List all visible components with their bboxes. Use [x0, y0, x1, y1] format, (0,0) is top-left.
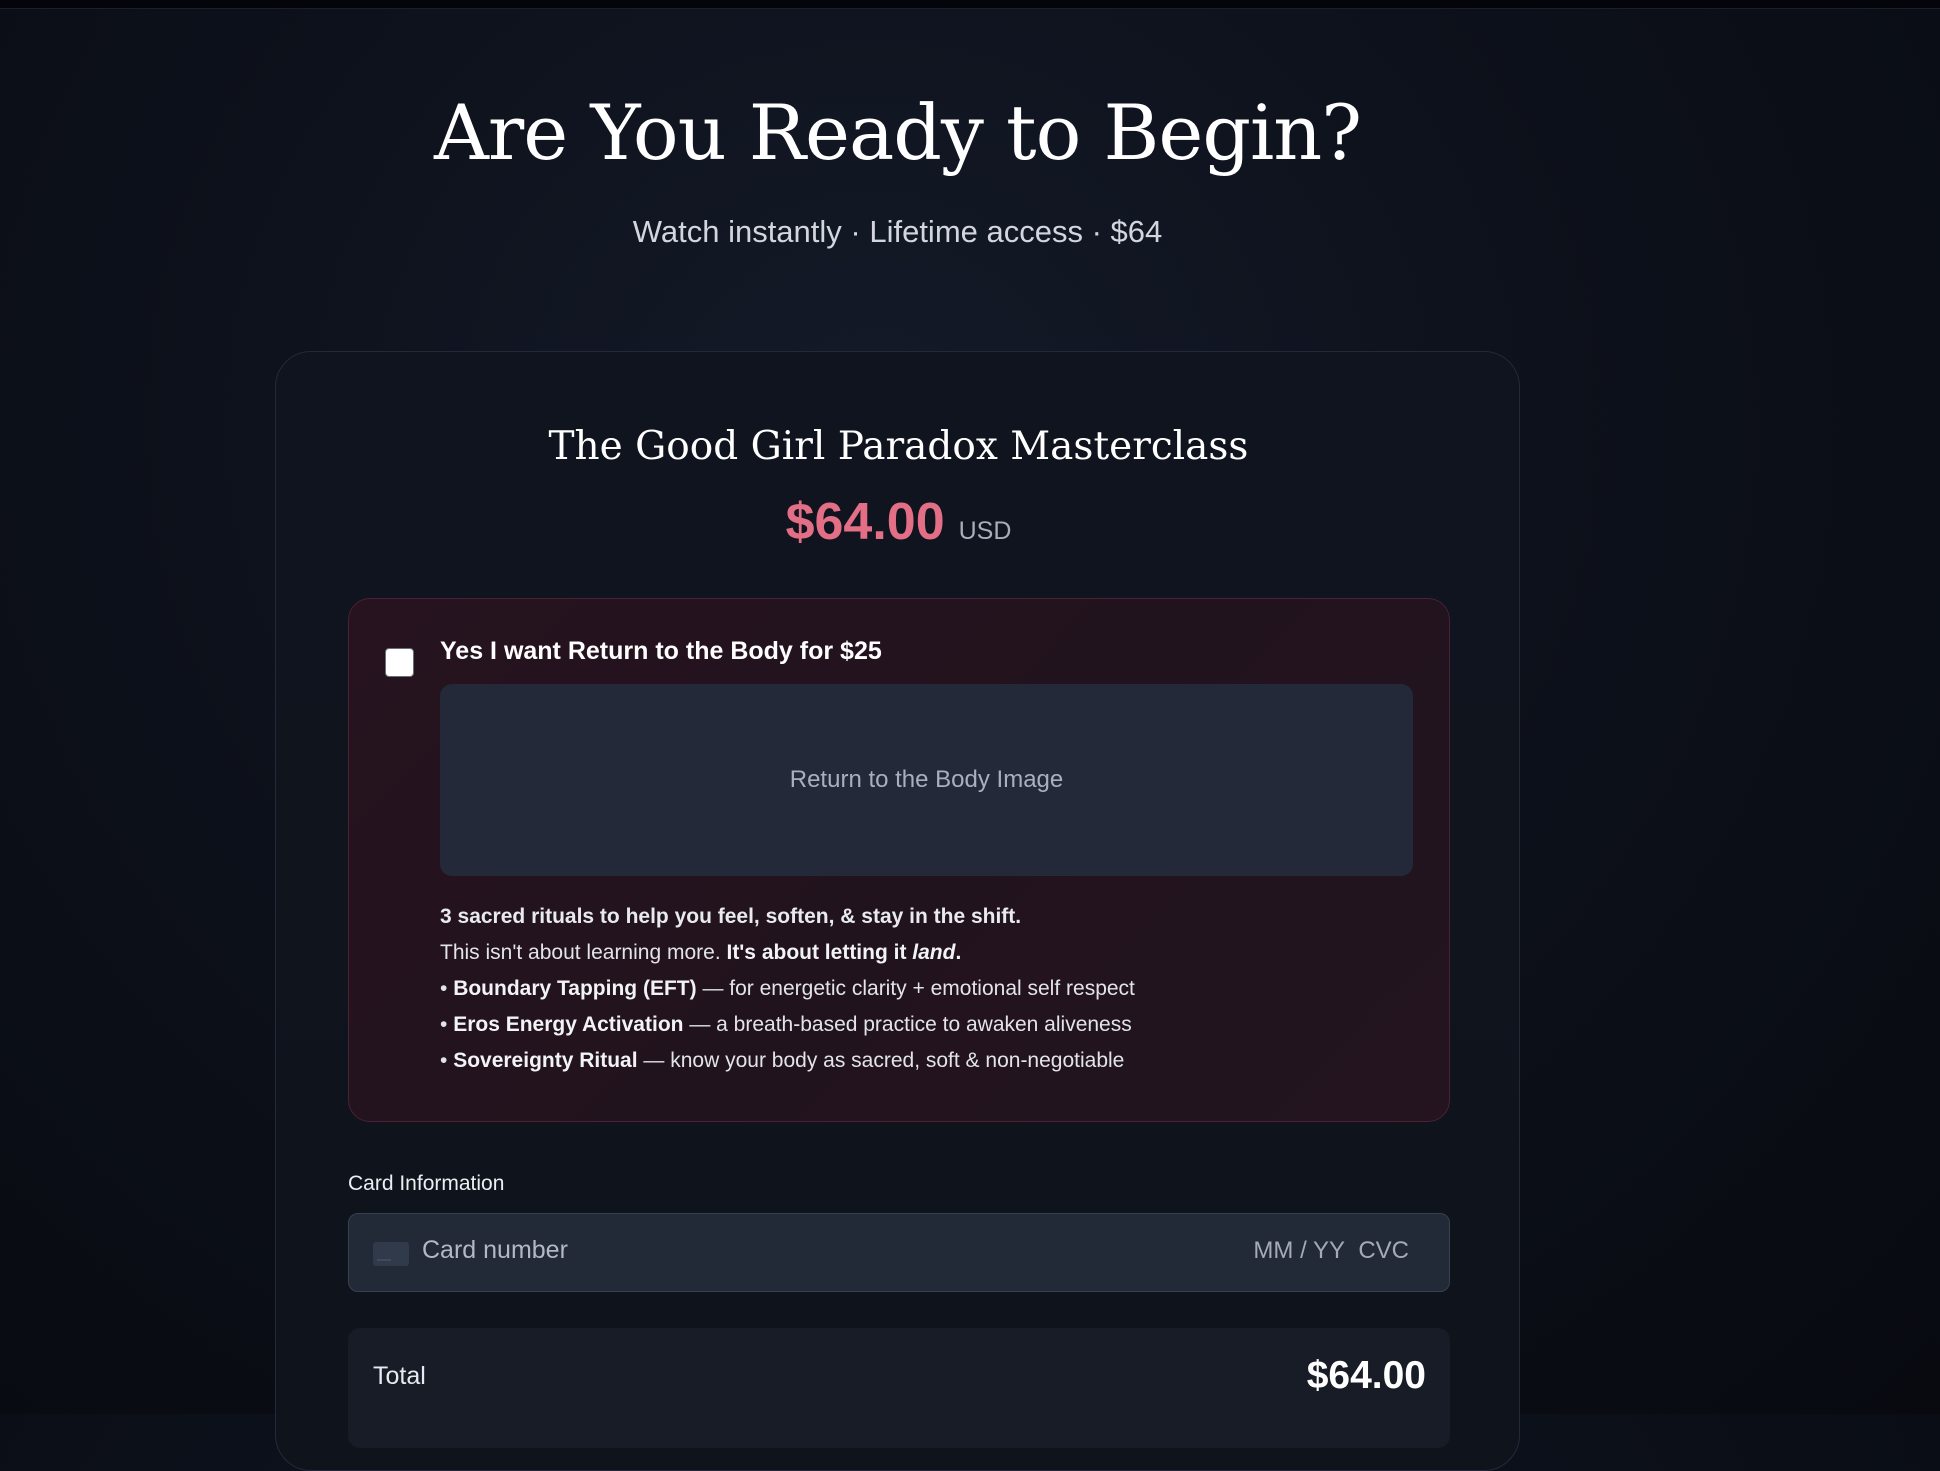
- bullet-name: Eros Energy Activation: [453, 1013, 684, 1036]
- upsell-checkbox[interactable]: [385, 648, 414, 677]
- upsell-image-placeholder: Return to the Body Image: [440, 684, 1413, 876]
- card-information-label: Card Information: [348, 1172, 505, 1195]
- price-currency: USD: [958, 517, 1012, 545]
- upsell-offer: Yes I want Return to the Body for $25 Re…: [348, 598, 1450, 1122]
- product-title: The Good Girl Paradox Masterclass: [548, 424, 1249, 469]
- bullet-desc: — a breath-based practice to awaken aliv…: [683, 1013, 1132, 1036]
- upsell-bullet: • Sovereignty Ritual — know your body as…: [440, 1049, 1125, 1072]
- card-cvc-input[interactable]: CVC: [1358, 1237, 1409, 1265]
- bullet-desc: — know your body as sacred, soft & non-n…: [637, 1049, 1125, 1072]
- bullet-name: Boundary Tapping (EFT): [453, 977, 697, 1000]
- upsell-intro-bold-text: It's about letting it: [726, 941, 913, 964]
- credit-card-icon: [373, 1242, 409, 1266]
- checkout-card: The Good Girl Paradox Masterclass $64.00…: [275, 351, 1520, 1471]
- page-subtitle: Watch instantly · Lifetime access · $64: [632, 214, 1163, 249]
- total-value: $64.00: [1306, 1354, 1426, 1397]
- card-input-field[interactable]: Card number MM / YY CVC: [348, 1213, 1450, 1292]
- upsell-bullet: • Eros Energy Activation — a breath-base…: [440, 1013, 1132, 1036]
- order-total: Total $64.00: [348, 1328, 1450, 1448]
- total-label: Total: [373, 1362, 426, 1390]
- upsell-description: 3 sacred rituals to help you feel, softe…: [440, 899, 1420, 1079]
- card-expiry-input[interactable]: MM / YY: [1253, 1237, 1345, 1265]
- product-price: $64.00: [785, 493, 945, 551]
- upsell-image-text: Return to the Body Image: [789, 766, 1064, 793]
- upsell-intro-bold: It's about letting it land.: [726, 941, 961, 964]
- upsell-intro-plain: This isn't about learning more.: [440, 941, 727, 964]
- upsell-intro-end: .: [955, 941, 962, 964]
- bullet-desc: — for energetic clarity + emotional self…: [696, 977, 1135, 1000]
- upsell-intro: This isn't about learning more. It's abo…: [440, 935, 1420, 971]
- upsell-headline: 3 sacred rituals to help you feel, softe…: [440, 905, 1022, 928]
- upsell-intro-italic: land: [912, 941, 956, 964]
- upsell-bullet: • Boundary Tapping (EFT) — for energetic…: [440, 977, 1135, 1000]
- price-row: $64.00 USD: [276, 492, 1521, 552]
- page-title: Are You Ready to Begin?: [434, 88, 1362, 177]
- top-border: [0, 0, 1940, 9]
- card-number-input[interactable]: Card number: [422, 1236, 568, 1265]
- bullet-name: Sovereignty Ritual: [453, 1049, 638, 1072]
- upsell-label[interactable]: Yes I want Return to the Body for $25: [440, 637, 882, 666]
